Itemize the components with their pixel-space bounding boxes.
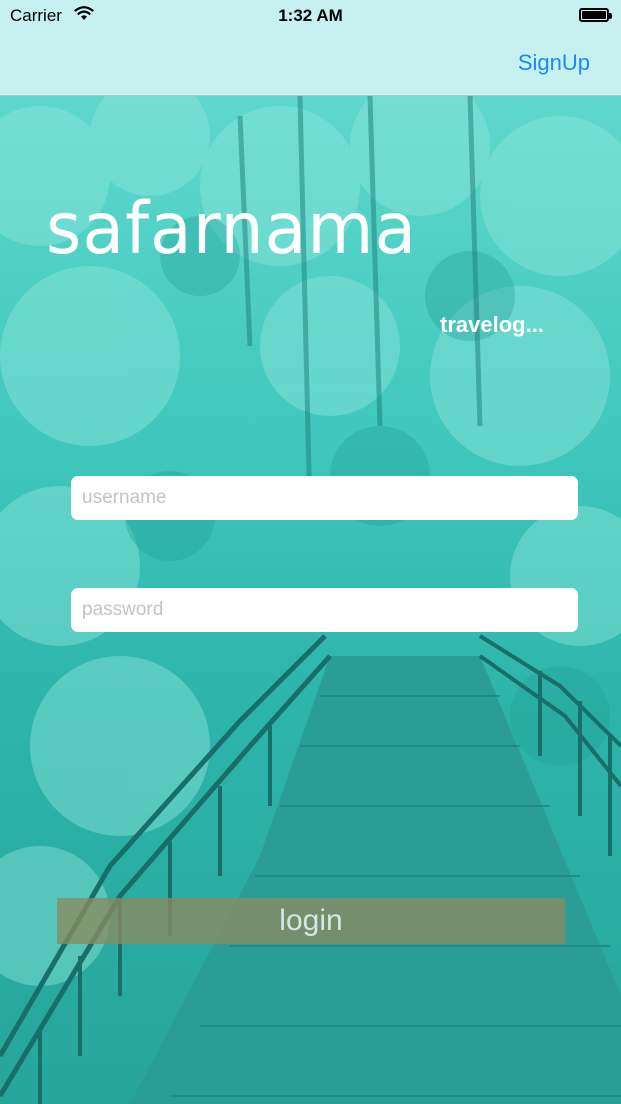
battery-icon xyxy=(579,8,612,22)
app-tagline: travelog... xyxy=(440,312,544,337)
password-input[interactable] xyxy=(71,588,578,632)
navigation-bar: SignUp xyxy=(0,33,621,96)
login-button[interactable]: login xyxy=(57,898,565,944)
app-title: safarnama xyxy=(46,188,418,271)
username-input[interactable] xyxy=(71,476,578,520)
status-time: 1:32 AM xyxy=(278,6,343,25)
status-bar: Carrier 1:32 AM xyxy=(0,0,621,33)
signup-button[interactable]: SignUp xyxy=(518,50,590,76)
